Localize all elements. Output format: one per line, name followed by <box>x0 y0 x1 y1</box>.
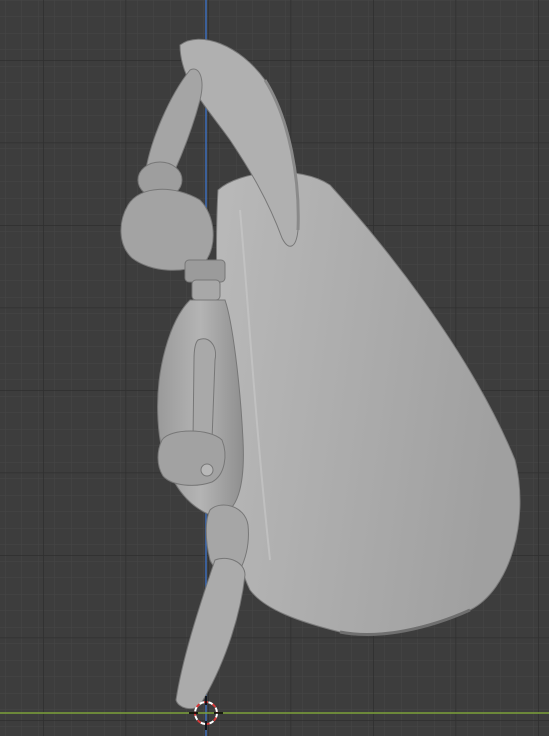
viewport-canvas[interactable] <box>0 0 549 736</box>
head <box>120 188 214 271</box>
hand-knuckle <box>200 463 214 477</box>
collar <box>184 259 226 283</box>
3d-viewport[interactable] <box>0 0 549 736</box>
neck <box>191 279 221 301</box>
hand-fist <box>157 430 226 486</box>
